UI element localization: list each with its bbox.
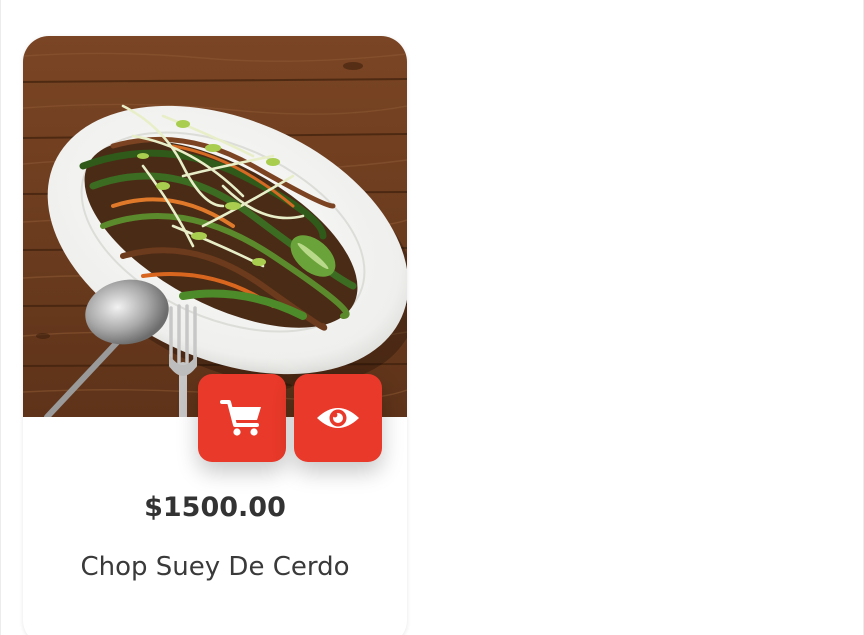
shopping-cart-icon bbox=[220, 400, 261, 436]
add-to-cart-button[interactable] bbox=[198, 374, 286, 462]
product-card[interactable]: $1500.00 Chop Suey De Cerdo bbox=[23, 36, 407, 635]
product-actions bbox=[198, 374, 382, 462]
product-price: $1500.00 bbox=[144, 492, 286, 523]
page: $1500.00 Chop Suey De Cerdo bbox=[0, 0, 864, 635]
product-image[interactable] bbox=[23, 36, 407, 417]
eye-icon bbox=[317, 408, 359, 428]
product-name: Chop Suey De Cerdo bbox=[80, 552, 350, 582]
product-photo-illustration bbox=[23, 36, 407, 417]
view-details-button[interactable] bbox=[294, 374, 382, 462]
